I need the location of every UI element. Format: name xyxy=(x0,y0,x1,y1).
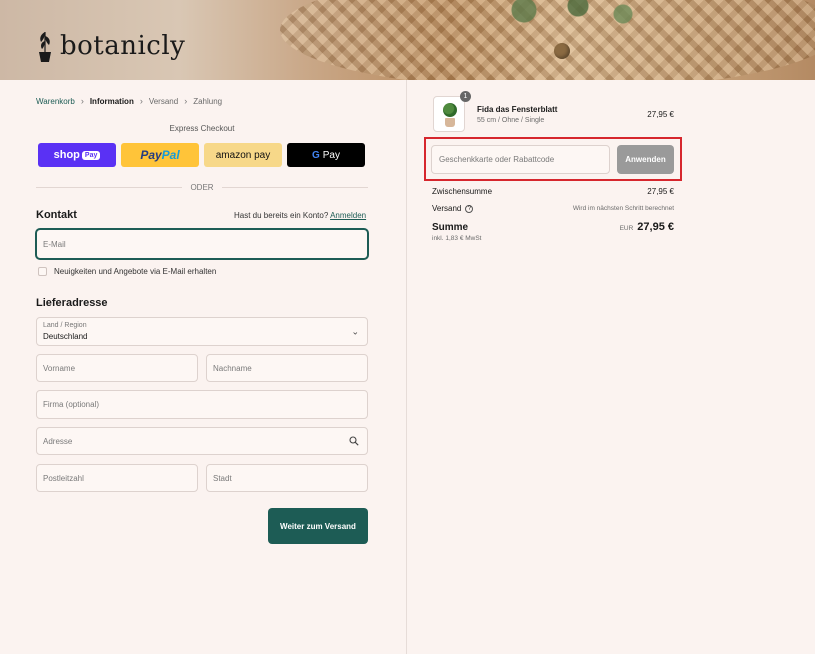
contact-title: Kontakt xyxy=(36,209,77,221)
shop-pay-button[interactable]: shop Pay xyxy=(38,143,116,167)
newsletter-label: Neuigkeiten und Angebote via E-Mail erha… xyxy=(54,267,217,276)
email-field[interactable]: E-Mail xyxy=(36,229,368,259)
address-field[interactable]: Adresse xyxy=(36,427,368,455)
total-value: 27,95 € xyxy=(637,221,674,233)
logo[interactable]: botanicly xyxy=(36,28,185,64)
or-divider-label: ODER xyxy=(190,183,214,192)
address-placeholder: Adresse xyxy=(43,436,73,446)
breadcrumb: Warenkorb › Information › Versand › Zahl… xyxy=(36,96,222,106)
email-placeholder: E-Mail xyxy=(43,239,66,249)
zip-placeholder: Postleitzahl xyxy=(43,473,84,483)
country-label: Land / Region xyxy=(43,322,87,329)
login-hint: Hast du bereits ein Konto? Anmelden xyxy=(234,211,366,220)
breadcrumb-shipping: Versand xyxy=(148,96,179,106)
plant-image xyxy=(443,103,457,117)
newsletter-checkbox[interactable] xyxy=(38,267,47,276)
breadcrumb-payment: Zahlung xyxy=(193,96,223,106)
basket-rivet xyxy=(554,43,570,59)
login-hint-text: Hast du bereits ein Konto? xyxy=(234,211,329,220)
total-amount: EUR 27,95 € xyxy=(620,221,674,233)
total-label: Summe xyxy=(432,221,469,233)
breadcrumb-cart[interactable]: Warenkorb xyxy=(36,97,75,106)
divider-line xyxy=(221,187,368,188)
search-icon[interactable] xyxy=(349,436,359,446)
discount-placeholder: Geschenkkarte oder Rabattcode xyxy=(439,155,555,164)
shipping-label-wrap: Versand? xyxy=(432,204,474,213)
subtotal-value: 27,95 € xyxy=(647,187,674,196)
help-icon[interactable]: ? xyxy=(465,204,474,213)
tax-note: inkl. 1,83 € MwSt xyxy=(432,235,482,242)
logo-text: botanicly xyxy=(60,31,186,61)
apply-discount-button[interactable]: Anwenden xyxy=(617,145,674,174)
google-pay-text: Pay xyxy=(322,149,340,161)
express-checkout-label: Express Checkout xyxy=(169,124,235,133)
total-currency: EUR xyxy=(619,225,634,232)
last-name-placeholder: Nachname xyxy=(213,363,252,373)
product-thumbnail xyxy=(433,96,465,132)
pot-image xyxy=(445,118,455,127)
product-price: 27,95 € xyxy=(647,110,674,119)
product-variant: 55 cm / Ohne / Single xyxy=(477,117,545,124)
country-select[interactable]: Land / Region Deutschland ⌄ xyxy=(36,317,368,346)
shipping-label: Versand xyxy=(432,204,462,213)
chevron-right-icon: › xyxy=(184,96,188,106)
amazon-pay-text: amazon pay xyxy=(215,149,271,161)
plant-pot-icon xyxy=(39,32,51,62)
quantity-badge: 1 xyxy=(460,91,471,102)
company-placeholder: Firma (optional) xyxy=(43,400,100,409)
shipping-note: Wird im nächsten Schritt berechnet xyxy=(572,205,674,212)
shop-pay-pill: Pay xyxy=(81,150,101,160)
chevron-right-icon: › xyxy=(80,96,84,106)
divider-line xyxy=(36,187,183,188)
google-pay-button[interactable]: G Pay xyxy=(287,143,365,167)
total-row: Summe EUR 27,95 € xyxy=(432,221,674,233)
zip-field[interactable]: Postleitzahl xyxy=(36,464,198,492)
product-name: Fida das Fensterblatt xyxy=(477,105,558,114)
first-name-placeholder: Vorname xyxy=(43,363,76,373)
country-value: Deutschland xyxy=(43,332,88,341)
subtotal-label: Zwischensumme xyxy=(432,187,493,196)
amazon-pay-button[interactable]: amazon pay xyxy=(204,143,282,167)
shop-pay-text: shop xyxy=(53,149,80,161)
paypal-pal-text: Pal xyxy=(161,148,180,162)
shipping-address-title: Lieferadresse xyxy=(36,297,108,309)
express-payment-buttons: shop Pay Pay Pal amazon pay G Pay xyxy=(38,143,365,167)
paypal-pay-text: Pay xyxy=(140,148,162,162)
city-placeholder: Stadt xyxy=(213,473,232,483)
continue-to-shipping-button[interactable]: Weiter zum Versand xyxy=(268,508,368,544)
company-field[interactable]: Firma (optional) xyxy=(36,390,368,419)
newsletter-option[interactable]: Neuigkeiten und Angebote via E-Mail erha… xyxy=(38,267,216,276)
breadcrumb-information: Information xyxy=(89,96,134,106)
chevron-down-icon: ⌄ xyxy=(351,326,359,336)
city-field[interactable]: Stadt xyxy=(206,464,368,492)
login-link[interactable]: Anmelden xyxy=(330,211,366,220)
discount-code-input[interactable]: Geschenkkarte oder Rabattcode xyxy=(431,145,610,174)
first-name-field[interactable]: Vorname xyxy=(36,354,198,382)
shipping-row: Versand? Wird im nächsten Schritt berech… xyxy=(432,204,674,213)
chevron-right-icon: › xyxy=(139,96,143,106)
or-divider: ODER xyxy=(36,183,368,192)
subtotal-row: Zwischensumme 27,95 € xyxy=(432,187,674,196)
google-g-icon: G xyxy=(311,149,320,161)
last-name-field[interactable]: Nachname xyxy=(206,354,368,382)
header-banner: botanicly xyxy=(0,0,815,80)
paypal-button[interactable]: Pay Pal xyxy=(121,143,199,167)
